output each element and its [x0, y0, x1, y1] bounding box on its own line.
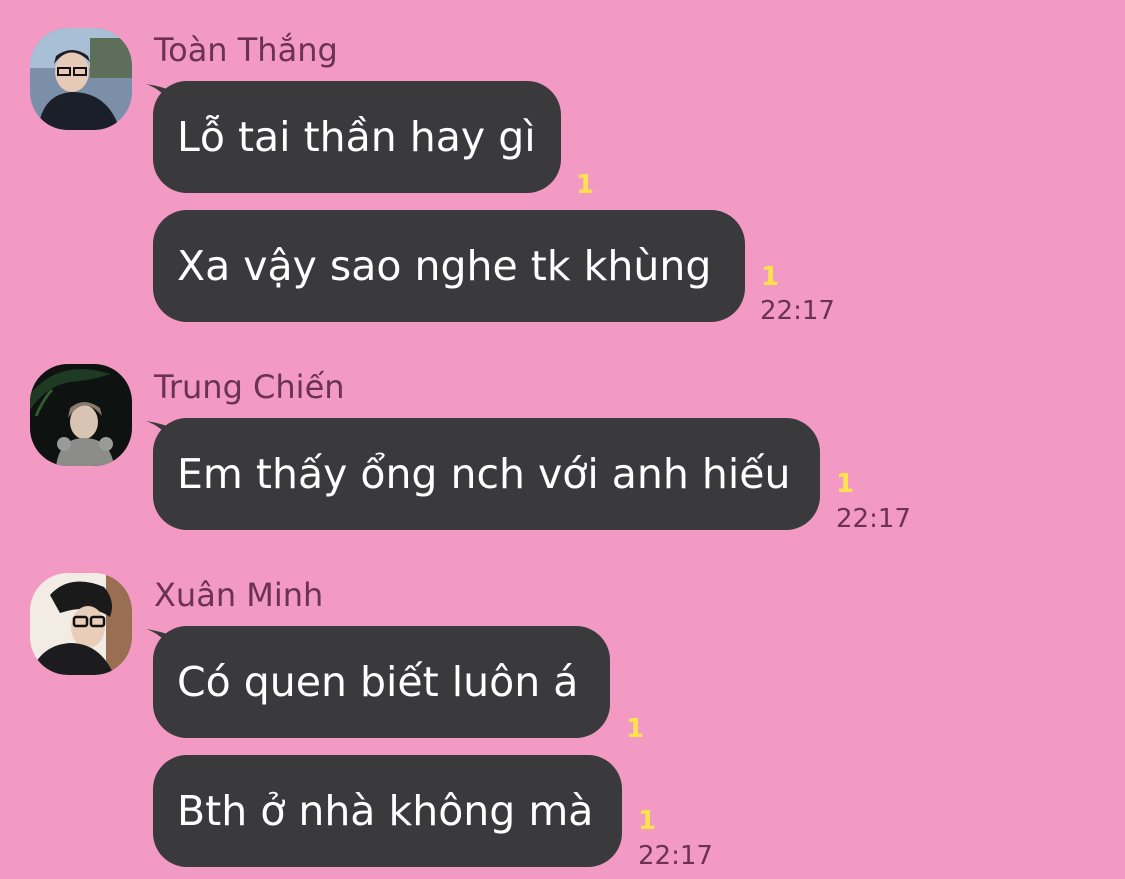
unread-count: 1 — [576, 170, 595, 200]
sender-name: Trung Chiến — [154, 368, 345, 406]
message-bubble[interactable]: Lỗ tai thần hay gì — [153, 81, 561, 193]
message-bubble[interactable]: Xa vậy sao nghe tk khùng — [153, 210, 745, 322]
avatar[interactable] — [30, 364, 132, 466]
sender-name: Toàn Thắng — [154, 31, 338, 69]
sender-name: Xuân Minh — [154, 576, 324, 614]
unread-count: 1 — [761, 262, 780, 292]
unread-count: 1 — [626, 714, 645, 744]
message-bubble[interactable]: Em thấy ổng nch với anh hiếu — [153, 418, 820, 530]
avatar[interactable] — [30, 28, 132, 130]
avatar-photo-icon — [30, 364, 132, 466]
message-timestamp: 22:17 — [836, 504, 911, 534]
avatar-photo-icon — [30, 573, 132, 675]
message-timestamp: 22:17 — [760, 296, 835, 326]
message-bubble[interactable]: Có quen biết luôn á — [153, 626, 610, 738]
unread-count: 1 — [638, 806, 657, 836]
message-timestamp: 22:17 — [638, 841, 713, 871]
unread-count: 1 — [836, 469, 855, 499]
message-bubble[interactable]: Bth ở nhà không mà — [153, 755, 622, 867]
avatar[interactable] — [30, 573, 132, 675]
avatar-photo-icon — [30, 28, 132, 130]
